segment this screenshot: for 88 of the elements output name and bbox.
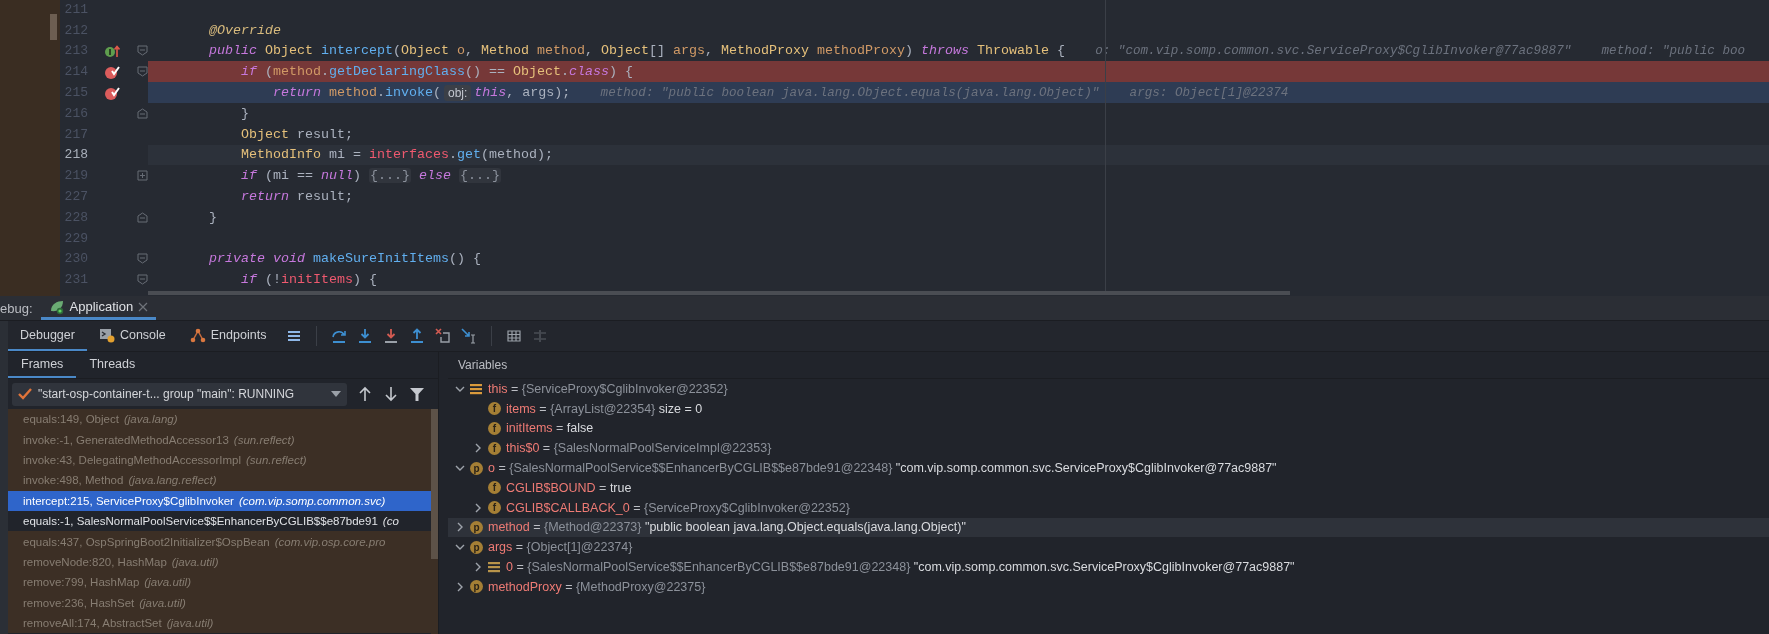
code-text: private void makeSureInitItems() { xyxy=(209,251,481,267)
folded-code[interactable]: {...} xyxy=(459,168,501,184)
code-text: } xyxy=(241,105,249,121)
fold-icon[interactable] xyxy=(136,66,148,78)
check-icon xyxy=(18,387,32,401)
code-text: if (mi == null) xyxy=(241,168,361,184)
code-text: } xyxy=(209,209,217,225)
variable-label: methodProxy = {MethodProxy@22375} xyxy=(488,579,706,594)
variable-label: 0 = {SalesNormalPoolService$$EnhancerByCGLIB$$e87bde91@22348} "com.vip.somp.common.svc.ServiceProxy$CglibInvoker@77ac9887" xyxy=(506,560,1295,575)
variable-label: items = {ArrayList@22354} size = 0 xyxy=(506,401,703,416)
step-out-icon[interactable] xyxy=(409,328,426,344)
code-text: Object result; xyxy=(241,126,353,142)
arrow-up-icon[interactable] xyxy=(357,386,373,402)
variable-label: this$0 = {SalesNormalPoolServiceImpl@22353} xyxy=(506,441,772,456)
inline-value: args: Object[1]@22374 xyxy=(1129,85,1289,100)
console-icon xyxy=(98,327,115,343)
code-text: return method.invoke( xyxy=(273,85,441,101)
table-icon[interactable] xyxy=(506,328,523,344)
variable-row[interactable]: f items = {ArrayList@22354} size = 0 xyxy=(448,398,1769,419)
variable-row[interactable]: p args = {Object[1]@22374} xyxy=(448,537,1769,558)
inline-value: method: "public boolean java.lang.Object.equals(java.lang.Object)" xyxy=(600,85,1100,100)
thread-dropdown[interactable]: "start-osp-container-t... group "main": RUNNING xyxy=(12,382,347,406)
variable-row[interactable]: f CGLIB$CALLBACK_0 = {ServiceProxy$CglibInvoker@22352} xyxy=(448,497,1769,518)
variable-row[interactable]: this = {ServiceProxy$CglibInvoker@22352} xyxy=(448,379,1769,399)
inline-value: method: "public boo xyxy=(1601,44,1746,58)
field-icon: f xyxy=(488,481,501,495)
fold-icon[interactable] xyxy=(136,45,148,57)
code-text: else xyxy=(419,168,451,184)
panel-title: ebug: xyxy=(0,299,33,318)
field-icon: f xyxy=(488,441,501,455)
code-text: return result; xyxy=(241,189,353,205)
variable-row[interactable]: f CGLIB$BOUND = true xyxy=(448,478,1769,498)
scrollbar-thumb[interactable] xyxy=(431,409,438,559)
folded-code[interactable]: {...} xyxy=(369,168,411,184)
step-into-icon[interactable] xyxy=(357,328,374,344)
debugger-tab[interactable]: Endpoints xyxy=(177,321,279,351)
parameter-icon: p xyxy=(470,540,483,554)
variable-label: CGLIB$CALLBACK_0 = {ServiceProxy$CglibInvoker@22352} xyxy=(506,500,850,515)
drop-frame-icon[interactable] xyxy=(435,328,452,344)
line-number: 218 xyxy=(63,147,88,163)
close-icon[interactable] xyxy=(138,301,149,312)
panel-tab[interactable]: Threads xyxy=(76,352,149,378)
variable-row[interactable]: f this$0 = {SalesNormalPoolServiceImpl@22353} xyxy=(448,438,1769,459)
code-text: @Override xyxy=(209,22,281,38)
variable-row[interactable]: 0 = {SalesNormalPoolService$$EnhancerByCGLIB$$e87bde91@22348} "com.vip.somp.common.svc.ServiceProxy$CglibInvoker@77ac9887" xyxy=(448,557,1769,577)
parameter-icon: p xyxy=(470,461,483,475)
debugger-tab[interactable]: Debugger xyxy=(8,321,87,351)
variable-label: method = {Method@22373} "public boolean java.lang.Object.equals(java.lang.Object)" xyxy=(488,520,966,535)
code-text: this, args); xyxy=(474,85,571,101)
scrollbar-thumb[interactable] xyxy=(50,14,57,40)
run-to-cursor-icon[interactable] xyxy=(461,328,478,344)
code-text: public Object intercept(Object o, Method method, Object[] args, MethodProxy methodProxy) throws Throwable { xyxy=(209,43,1065,59)
expand-icon[interactable] xyxy=(136,170,148,182)
menu-icon[interactable] xyxy=(286,328,303,344)
fold-icon[interactable] xyxy=(136,107,148,119)
field-icon: f xyxy=(488,422,501,435)
variable-row[interactable]: f initItems = false xyxy=(448,418,1769,439)
variable-row[interactable]: p o = {SalesNormalPoolService$$EnhancerByCGLIB$$e87bde91@22348} "com.vip.somp.common.svc.ServiceProxy$CglibInvoker@77ac9887" xyxy=(448,458,1769,478)
variable-label: this = {ServiceProxy$CglibInvoker@22352} xyxy=(488,381,728,396)
panel-title: Variables xyxy=(448,352,1769,379)
implements-icon[interactable] xyxy=(104,44,120,58)
caret-icon xyxy=(331,391,341,397)
code-text: if (method.getDeclaringClass() == Object.class) { xyxy=(241,64,633,80)
variable-label: args = {Object[1]@22374} xyxy=(488,540,633,555)
code-text: MethodInfo mi = interfaces.get(method); xyxy=(241,147,553,163)
code-text: if (!initItems) { xyxy=(241,272,377,288)
fold-icon[interactable] xyxy=(136,253,148,265)
field-icon: f xyxy=(488,501,501,515)
variable-row[interactable]: p method = {Method@22373} "public boolean java.lang.Object.equals(java.lang.Object)" xyxy=(448,517,1769,538)
variable-row[interactable]: p methodProxy = {MethodProxy@22375} xyxy=(448,576,1769,597)
application-icon xyxy=(48,298,65,315)
arrow-down-icon[interactable] xyxy=(383,386,399,402)
force-step-into-icon[interactable] xyxy=(383,328,400,344)
parameter-hint: obj: xyxy=(444,84,472,101)
frame-item[interactable]: intercept:215, ServiceProxy$CglibInvoker (com.vip.somp.common.svc) xyxy=(8,490,431,511)
variable-label: CGLIB$BOUND = true xyxy=(506,480,632,495)
variable-label: initItems = false xyxy=(506,421,594,436)
debugger-tab[interactable]: Console xyxy=(86,321,178,351)
variable-label: o = {SalesNormalPoolService$$EnhancerByCGLIB$$e87bde91@22348} "com.vip.somp.common.svc.ServiceProxy$CglibInvoker@77ac9887" xyxy=(488,461,1277,476)
field-icon: f xyxy=(488,402,501,416)
panel-tab[interactable]: Frames xyxy=(8,352,77,378)
endpoints-icon xyxy=(189,327,206,343)
fold-icon[interactable] xyxy=(136,274,148,286)
fold-icon[interactable] xyxy=(136,211,148,223)
parameter-icon: p xyxy=(470,520,483,534)
parameter-icon: p xyxy=(470,580,483,594)
filter-icon[interactable] xyxy=(409,386,425,402)
step-over-icon[interactable] xyxy=(331,328,348,344)
